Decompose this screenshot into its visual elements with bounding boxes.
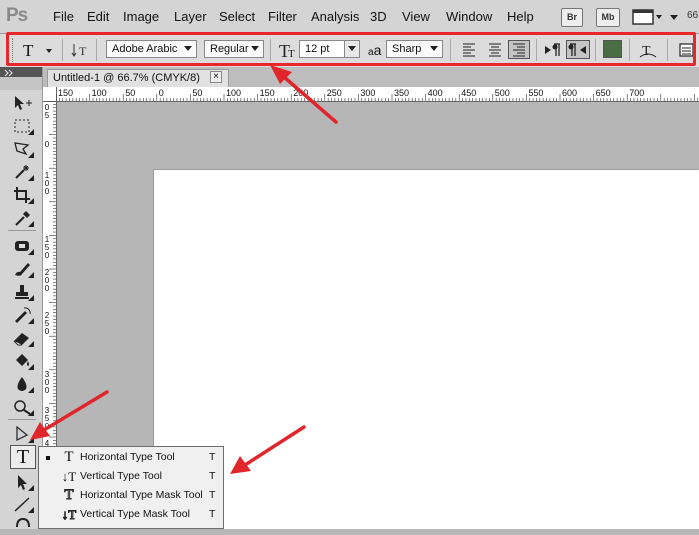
crop-tool[interactable] (11, 185, 34, 205)
close-tab-button[interactable]: × (210, 71, 222, 83)
menu-analysis[interactable]: Analysis (311, 9, 359, 24)
ruler-label: 0 (44, 187, 50, 196)
eyedropper-tool[interactable] (11, 208, 34, 228)
menu-view[interactable]: View (402, 9, 430, 24)
ruler-label: 550 (528, 88, 544, 98)
vertical-type-mask-icon: ↓T (61, 507, 77, 523)
ruler-label: 600 (562, 88, 578, 98)
menu-filter[interactable]: Filter (268, 9, 297, 24)
ruler-label: 400 (427, 88, 443, 98)
type-tool-icon: T (16, 446, 30, 468)
ruler-label: 0 (158, 88, 164, 98)
line-tool[interactable] (11, 494, 34, 514)
paint-bucket-tool[interactable] (11, 351, 34, 371)
ruler-label: 650 (595, 88, 611, 98)
ruler-label: 300 (360, 88, 376, 98)
flyout-item-label: Horizontal Type Mask Tool (80, 489, 203, 501)
ruler-label: 50 (192, 88, 203, 98)
ruler-origin-corner[interactable] (42, 87, 57, 102)
zoom-readout: 66 (687, 10, 699, 21)
menu-image[interactable]: Image (123, 9, 159, 24)
type-tool[interactable]: T (10, 445, 36, 469)
ruler-label: 100 (226, 88, 242, 98)
brush-tool[interactable] (11, 259, 34, 279)
flyout-item-horizontal-type-mask[interactable]: T Horizontal Type Mask Tool T (39, 486, 223, 505)
move-icon (15, 96, 32, 110)
history-brush-tool[interactable] (11, 305, 34, 325)
flyout-item-label: Horizontal Type Tool (80, 451, 175, 463)
menu-select[interactable]: Select (219, 9, 255, 24)
ruler-label: 500 (494, 88, 510, 98)
ruler-label: 50 (125, 88, 136, 98)
menu-layer[interactable]: Layer (174, 9, 207, 24)
ruler-label: 700 (629, 88, 645, 98)
tools-panel-grip[interactable] (0, 77, 42, 90)
tool-group-divider (8, 230, 36, 231)
ruler-label: 5 (44, 111, 50, 120)
ruler-label: 150 (259, 88, 275, 98)
spot-healing-tool[interactable] (11, 236, 34, 256)
move-tool[interactable] (11, 93, 33, 113)
ruler-label: 0 (44, 284, 50, 293)
lasso-tool[interactable] (11, 139, 34, 159)
options-bar-highlight-box (6, 32, 696, 66)
3d-rotate-tool[interactable] (11, 515, 33, 535)
marquee-tool[interactable] (11, 116, 34, 136)
ruler-label: 0 (44, 386, 50, 395)
menu-help[interactable]: Help (507, 9, 534, 24)
flyout-item-label: Vertical Type Tool (80, 470, 162, 482)
flyout-item-vertical-type[interactable]: ↓T Vertical Type Tool T (39, 467, 223, 486)
tools-panel-header[interactable] (0, 67, 42, 77)
vertical-type-icon: ↓T (61, 469, 77, 484)
document-tab[interactable]: Untitled-1 @ 66.7% (CMYK/8) (47, 69, 229, 87)
horizontal-type-mask-icon: T (64, 487, 74, 504)
menu-3d[interactable]: 3D (370, 9, 387, 24)
ruler-label: 0 (44, 140, 50, 149)
ruler-label: 100 (91, 88, 107, 98)
ruler-label: 0 (44, 251, 50, 260)
flyout-item-horizontal-type[interactable]: T Horizontal Type Tool T (39, 448, 223, 467)
flyout-item-vertical-type-mask[interactable]: ↓T Vertical Type Mask Tool T (39, 505, 223, 524)
flyout-item-shortcut: T (209, 489, 216, 501)
dodge-tool[interactable] (11, 397, 34, 417)
flyout-item-shortcut: T (209, 508, 216, 520)
blur-tool[interactable] (11, 374, 34, 394)
menu-edit[interactable]: Edit (87, 9, 109, 24)
ruler-label: 0 (44, 327, 50, 336)
screen-mode-icon (632, 9, 662, 25)
bridge-button[interactable]: Br (561, 8, 583, 27)
photoshop-logo: Ps (6, 5, 28, 26)
ruler-label: 450 (461, 88, 477, 98)
ruler-label: 350 (394, 88, 410, 98)
tool-group-divider (8, 419, 36, 420)
ruler-label: 0 (44, 422, 50, 431)
flyout-item-label: Vertical Type Mask Tool (80, 508, 190, 520)
flyout-item-shortcut: T (209, 451, 216, 463)
quick-selection-tool[interactable] (11, 162, 34, 182)
path-selection-tool[interactable] (11, 472, 34, 492)
ruler-label: 200 (293, 88, 309, 98)
ruler-label: 250 (326, 88, 342, 98)
eraser-tool[interactable] (11, 328, 34, 348)
mini-bridge-button[interactable]: Mb (596, 8, 620, 27)
arrange-icon (670, 15, 678, 20)
flyout-item-shortcut: T (209, 470, 216, 482)
screen-mode-button[interactable] (632, 8, 664, 26)
clone-stamp-tool[interactable] (11, 282, 34, 302)
3d-rotate-icon (16, 517, 30, 528)
menu-window[interactable]: Window (446, 9, 492, 24)
menu-file[interactable]: File (53, 9, 74, 24)
horizontal-type-icon: T (64, 449, 74, 465)
arrange-docs-button[interactable] (667, 8, 683, 26)
selected-bullet-icon (46, 456, 50, 460)
document-canvas[interactable] (154, 170, 699, 529)
pen-tool[interactable] (11, 424, 34, 444)
ruler-label: 150 (58, 88, 74, 98)
type-tool-flyout-menu: T Horizontal Type Tool T ↓T Vertical Typ… (38, 446, 224, 529)
